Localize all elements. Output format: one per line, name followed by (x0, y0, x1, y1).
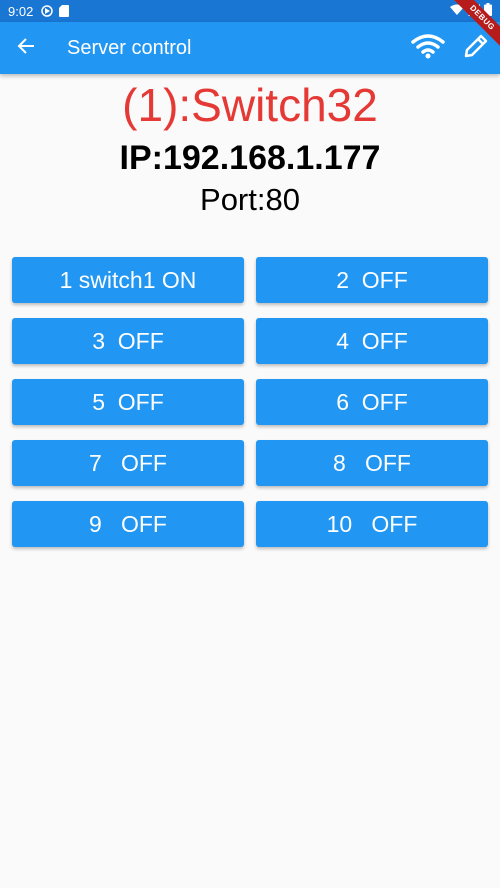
switch-button-6[interactable]: 6 OFF (256, 379, 488, 425)
switch-button-1[interactable]: 1 switch1 ON (12, 257, 244, 303)
status-bar: 9:02 (0, 0, 500, 22)
switch-grid: 1 switch1 ON 2 OFF 3 OFF 4 OFF 5 OFF 6 O… (12, 257, 488, 547)
switch-button-10[interactable]: 10 OFF (256, 501, 488, 547)
switch-button-3[interactable]: 3 OFF (12, 318, 244, 364)
sd-card-icon (59, 5, 70, 17)
switch-button-8[interactable]: 8 OFF (256, 440, 488, 486)
back-button[interactable] (0, 22, 52, 74)
app-bar: Server control (0, 22, 500, 74)
device-port: Port:80 (200, 182, 300, 217)
app-screen: 9:02 DEBUG Server control (1):Switch32 I… (0, 0, 500, 888)
switch-button-7[interactable]: 7 OFF (12, 440, 244, 486)
switch-button-9[interactable]: 9 OFF (12, 501, 244, 547)
status-time: 9:02 (8, 3, 34, 19)
device-name: (1):Switch32 (122, 79, 378, 131)
switch-button-2[interactable]: 2 OFF (256, 257, 488, 303)
wifi-icon (411, 33, 445, 64)
wifi-button[interactable] (404, 22, 452, 74)
switch-button-4[interactable]: 4 OFF (256, 318, 488, 364)
device-ip: IP:192.168.1.177 (119, 139, 381, 177)
media-icon (41, 5, 54, 17)
back-arrow-icon (17, 37, 35, 60)
switch-button-5[interactable]: 5 OFF (12, 379, 244, 425)
edit-pencil-icon (463, 33, 489, 64)
page-title: Server control (67, 36, 192, 59)
